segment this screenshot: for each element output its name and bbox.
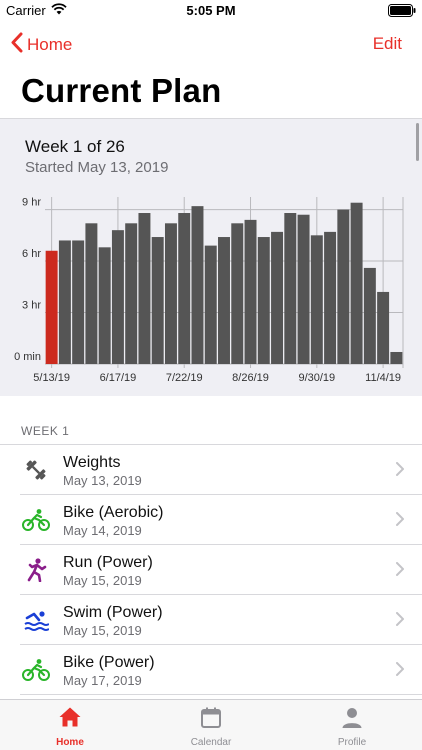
workout-row-bike-power[interactable]: Bike (Power) May 17, 2019	[0, 645, 422, 695]
profile-icon	[282, 706, 422, 730]
workout-row-run-power[interactable]: Run (Power) May 15, 2019	[0, 545, 422, 595]
workout-list: Weights May 13, 2019 Bike (Aerobic) May …	[0, 444, 422, 695]
workout-row-weights[interactable]: Weights May 13, 2019	[0, 445, 422, 495]
chevron-right-icon	[396, 562, 405, 581]
week-bar	[231, 223, 244, 364]
week-bar	[85, 223, 98, 364]
workout-title: Bike (Power)	[63, 654, 155, 671]
workout-row-swim-power[interactable]: Swim (Power) May 15, 2019	[0, 595, 422, 645]
week-bar	[111, 230, 124, 364]
week-bar	[98, 247, 111, 364]
week-bar	[310, 235, 323, 364]
week-bar	[204, 245, 217, 364]
tab-bar: Home Calendar Profile	[0, 699, 422, 750]
week-bar	[257, 237, 270, 364]
workout-title: Bike (Aerobic)	[63, 504, 164, 521]
week-bar	[363, 267, 376, 364]
y-tick-label: 0 min	[14, 351, 41, 363]
workout-title: Run (Power)	[63, 554, 153, 571]
week-bar	[297, 214, 310, 364]
tab-profile[interactable]: Profile	[282, 700, 422, 750]
row-separator	[20, 694, 422, 695]
workout-date: May 13, 2019	[63, 473, 142, 488]
bike-icon	[22, 657, 50, 683]
navigation-bar: Home Edit	[0, 26, 422, 62]
scroll-indicator	[416, 123, 419, 161]
week-bar	[72, 240, 85, 364]
tab-calendar[interactable]: Calendar	[141, 700, 281, 750]
status-bar: Carrier 5:05 PM	[0, 0, 422, 22]
week-bar	[138, 213, 151, 364]
week-bar	[377, 291, 390, 364]
y-tick-label: 6 hr	[22, 248, 41, 260]
back-button[interactable]: Home	[10, 32, 72, 58]
week-bar	[271, 231, 284, 364]
edit-button[interactable]: Edit	[373, 34, 402, 54]
home-icon	[0, 706, 140, 728]
week-bar	[125, 223, 138, 364]
week-bar	[58, 240, 71, 364]
workout-date: May 15, 2019	[63, 623, 142, 638]
weekly-hours-chart: 0 min 3 hr 6 hr 9 hr 5/13/19 6/17/19 7/22/19 8/…	[14, 197, 404, 384]
section-header: WEEK 1	[21, 424, 70, 438]
chevron-right-icon	[396, 612, 405, 631]
week-bar	[164, 223, 177, 364]
y-tick-label: 3 hr	[22, 300, 41, 312]
week-bar	[350, 202, 363, 364]
page-title: Current Plan	[21, 72, 222, 109]
week-bar	[337, 209, 350, 364]
runner-icon	[22, 557, 50, 583]
chevron-right-icon	[396, 462, 405, 481]
chevron-right-icon	[396, 662, 405, 681]
tab-label: Home	[56, 737, 84, 748]
x-tick-label: 5/13/19	[33, 372, 70, 384]
workout-date: May 15, 2019	[63, 573, 142, 588]
workout-title: Swim (Power)	[63, 604, 163, 621]
week-bar	[218, 237, 230, 364]
status-time: 5:05 PM	[186, 3, 236, 18]
tab-label: Profile	[337, 737, 367, 748]
chevron-left-icon	[10, 32, 23, 58]
y-tick-label: 9 hr	[22, 197, 41, 209]
bike-icon	[22, 507, 50, 533]
tab-label: Calendar	[190, 737, 232, 748]
workout-row-bike-aerobic[interactable]: Bike (Aerobic) May 14, 2019	[0, 495, 422, 545]
week-bar	[284, 213, 297, 364]
swim-icon	[22, 607, 50, 633]
x-tick-label: 7/22/19	[166, 372, 203, 384]
x-tick-label: 8/26/19	[232, 372, 269, 384]
x-tick-label: 9/30/19	[298, 372, 335, 384]
week-bar	[390, 351, 403, 364]
week-bar	[244, 219, 257, 364]
x-tick-label: 11/4/19	[365, 372, 401, 384]
week-bar	[178, 213, 191, 364]
workout-date: May 14, 2019	[63, 523, 142, 538]
dumbbell-icon	[22, 457, 50, 483]
week-bar	[191, 206, 204, 364]
current-week-bar	[45, 250, 58, 364]
calendar-icon	[141, 706, 281, 730]
tab-home[interactable]: Home	[0, 700, 140, 750]
week-bar	[151, 237, 164, 364]
workout-date: May 17, 2019	[63, 673, 142, 688]
back-button-label: Home	[27, 35, 73, 54]
battery-icon	[388, 4, 416, 20]
x-tick-label: 6/17/19	[100, 372, 137, 384]
workout-title: Weights	[63, 454, 121, 471]
chevron-right-icon	[396, 512, 405, 531]
week-bar	[324, 231, 337, 364]
plan-chart-panel[interactable]: Week 1 of 26 Started May 13, 2019 0 min 3…	[0, 118, 422, 396]
